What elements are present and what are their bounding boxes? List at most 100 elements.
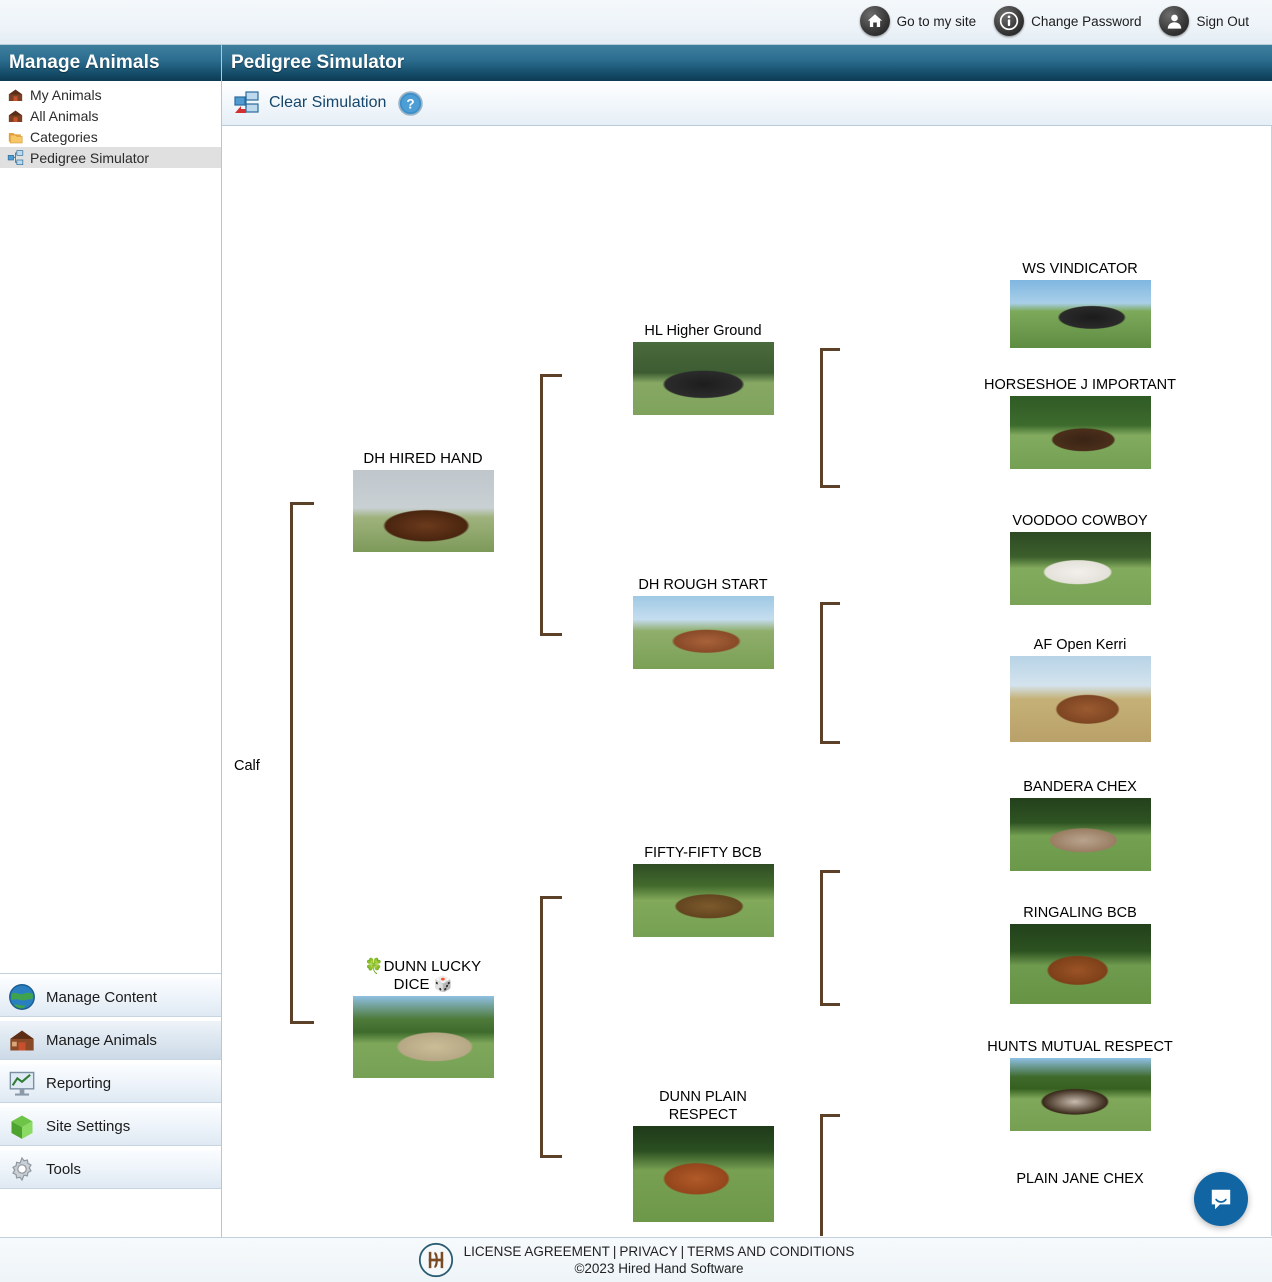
copyright: ©2023 Hired Hand Software xyxy=(574,1261,744,1276)
pedigree-node-sire-sire-dam[interactable]: HORSESHOE J IMPORTANT xyxy=(910,376,1250,469)
sign-out-label: Sign Out xyxy=(1196,13,1249,29)
pedigree-node-sire-dam-dam[interactable]: AF Open Kerri xyxy=(940,636,1220,742)
pedigree-node-sire-sire-sire[interactable]: WS VINDICATOR xyxy=(940,260,1220,348)
node-photo[interactable] xyxy=(632,864,774,937)
node-label: DUNN PLAIN RESPECT xyxy=(659,1089,747,1123)
node-label: HUNTS MUTUAL RESPECT xyxy=(987,1039,1173,1055)
module-site-settings[interactable]: Site Settings xyxy=(0,1106,221,1146)
sign-out-link[interactable]: Sign Out xyxy=(1150,4,1258,38)
pedigree-node-sire-sire[interactable]: HL Higher Ground xyxy=(630,322,776,415)
top-bar: Go to my site Change Password Sign Out xyxy=(0,0,1272,45)
user-icon xyxy=(1159,6,1190,36)
pedigree-node-dam-sire-sire[interactable]: BANDERA CHEX xyxy=(940,778,1220,871)
page-title: Pedigree Simulator xyxy=(222,45,1272,81)
barn-icon xyxy=(8,89,23,101)
node-label: BANDERA CHEX xyxy=(1023,779,1137,795)
bracket-dam xyxy=(540,896,562,1158)
node-label: WS VINDICATOR xyxy=(1022,261,1138,277)
bracket-sire xyxy=(540,374,562,636)
node-label: DH ROUGH START xyxy=(638,577,768,593)
sidebar-item-label: All Animals xyxy=(30,107,99,124)
sidebar-item-categories[interactable]: Categories xyxy=(0,126,221,147)
sidebar-item-label: Pedigree Simulator xyxy=(30,149,150,166)
module-label: Manage Content xyxy=(46,988,157,1006)
sidebar-item-my-animals[interactable]: My Animals xyxy=(0,84,221,105)
change-password-link[interactable]: Change Password xyxy=(985,4,1150,38)
pedigree-node-dam[interactable]: 🍀DUNN LUCKY DICE 🎲 xyxy=(350,958,496,1078)
node-photo[interactable] xyxy=(632,596,774,669)
node-label: FIFTY-FIFTY BCB xyxy=(644,845,762,861)
change-password-label: Change Password xyxy=(1031,13,1142,29)
info-icon xyxy=(994,6,1025,36)
box-icon xyxy=(11,1115,33,1139)
folders-icon xyxy=(8,132,23,143)
gear-icon xyxy=(12,1156,32,1182)
bracket-dam-dam xyxy=(820,1114,840,1236)
node-photo[interactable] xyxy=(1009,798,1151,871)
node-photo[interactable] xyxy=(632,342,774,415)
node-photo[interactable] xyxy=(1009,924,1151,1004)
pedigree-node-dam-sire-dam[interactable]: RINGALING BCB xyxy=(940,904,1220,1004)
node-photo[interactable] xyxy=(352,996,494,1078)
node-photo[interactable] xyxy=(1009,532,1151,605)
page-root: Go to my site Change Password Sign Out M… xyxy=(0,0,1272,1282)
sidebar-item-label: Categories xyxy=(30,128,98,145)
sidebar-nav-list: My Animals All Animals Categories Pedigr… xyxy=(0,81,221,168)
node-label: 🍀DUNN LUCKY DICE 🎲 xyxy=(364,958,482,993)
clear-simulation-button[interactable]: Clear Simulation xyxy=(234,91,386,115)
pedigree-canvas: Calf DH HIRED HAND HL Higher Ground WS V… xyxy=(222,126,1272,1236)
pedigree-node-sire[interactable]: DH HIRED HAND xyxy=(350,450,496,552)
chat-widget-button[interactable] xyxy=(1194,1172,1248,1226)
module-manage-animals[interactable]: Manage Animals xyxy=(0,1020,221,1060)
pedigree-node-dam-dam-dam[interactable]: PLAIN JANE CHEX xyxy=(940,1170,1220,1190)
sidebar: Manage Animals My Animals All Animals Ca… xyxy=(0,45,222,1237)
footer-text: LICENSE AGREEMENT | PRIVACY | TERMS AND COND… xyxy=(464,1243,855,1277)
pedigree-node-calf[interactable]: Calf xyxy=(234,758,260,774)
module-tools[interactable]: Tools xyxy=(0,1149,221,1189)
pedigree-node-dam-dam[interactable]: DUNN PLAIN RESPECT xyxy=(630,1088,776,1222)
help-icon[interactable]: ? xyxy=(398,90,424,116)
sidebar-title: Manage Animals xyxy=(0,45,221,81)
node-label: VOODOO COWBOY xyxy=(1012,513,1148,529)
sidebar-item-pedigree-simulator[interactable]: Pedigree Simulator xyxy=(0,147,221,168)
module-label: Tools xyxy=(46,1160,82,1178)
home-icon xyxy=(859,6,890,36)
pedigree-node-sire-dam[interactable]: DH ROUGH START xyxy=(630,576,776,669)
svg-text:?: ? xyxy=(407,96,415,111)
pedigree-node-sire-dam-sire[interactable]: VOODOO COWBOY xyxy=(940,512,1220,605)
node-label: RINGALING BCB xyxy=(1023,905,1137,921)
node-photo[interactable] xyxy=(632,1126,774,1222)
privacy-link[interactable]: PRIVACY xyxy=(619,1244,677,1259)
footer: LICENSE AGREEMENT | PRIVACY | TERMS AND COND… xyxy=(0,1237,1272,1282)
node-photo[interactable] xyxy=(1009,280,1151,348)
node-photo[interactable] xyxy=(1009,1058,1151,1131)
node-photo[interactable] xyxy=(352,470,494,552)
footer-separator: | xyxy=(612,1244,617,1259)
node-label: HORSESHOE J IMPORTANT xyxy=(983,377,1176,393)
bracket-root xyxy=(290,502,314,1024)
globe-icon xyxy=(9,984,35,1010)
node-photo[interactable] xyxy=(1009,656,1151,742)
module-label: Reporting xyxy=(46,1074,112,1092)
license-agreement-link[interactable]: LICENSE AGREEMENT xyxy=(464,1244,610,1259)
clear-simulation-icon xyxy=(234,91,259,113)
pedigree-node-dam-dam-sire[interactable]: HUNTS MUTUAL RESPECT xyxy=(940,1038,1220,1131)
module-manage-content[interactable]: Manage Content xyxy=(0,977,221,1017)
go-to-my-site-link[interactable]: Go to my site xyxy=(851,4,986,38)
module-reporting[interactable]: Reporting xyxy=(0,1063,221,1103)
bracket-sire-dam xyxy=(820,602,840,744)
chat-bubble-icon xyxy=(1211,1189,1231,1210)
sidebar-item-label: My Animals xyxy=(30,86,102,103)
module-nav-divider xyxy=(0,973,221,974)
node-label: HL Higher Ground xyxy=(644,323,762,339)
toolbar: Clear Simulation ? xyxy=(222,81,1272,126)
node-label: AF Open Kerri xyxy=(1033,637,1127,653)
node-label: PLAIN JANE CHEX xyxy=(1016,1171,1144,1187)
bracket-sire-sire xyxy=(820,348,840,488)
sidebar-item-all-animals[interactable]: All Animals xyxy=(0,105,221,126)
barn-icon xyxy=(8,110,23,122)
hired-hand-logo xyxy=(418,1242,453,1278)
terms-link[interactable]: TERMS AND CONDITIONS xyxy=(687,1244,854,1259)
pedigree-node-dam-sire[interactable]: FIFTY-FIFTY BCB xyxy=(630,844,776,937)
node-photo[interactable] xyxy=(1009,396,1151,469)
